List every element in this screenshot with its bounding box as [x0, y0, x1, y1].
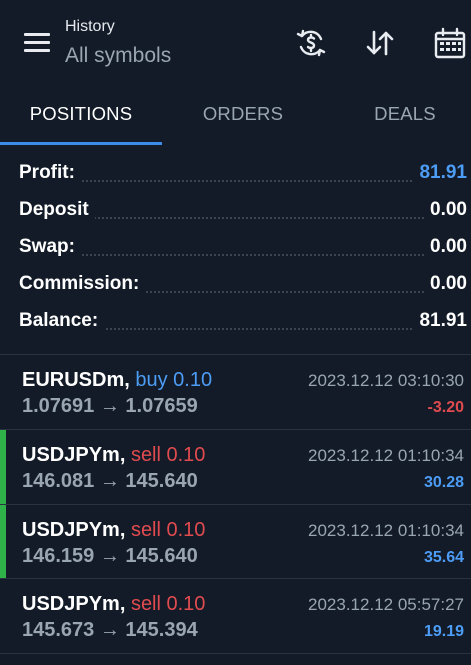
open-price: 145.673: [22, 619, 95, 641]
tab-orders[interactable]: ORDERS: [162, 88, 324, 146]
dot-leader: [19, 254, 467, 256]
arrow-icon: →: [99, 545, 120, 567]
position-prices: 146.081 → 145.640: [22, 470, 198, 493]
summary-row-commission: Commission: 0.00: [19, 269, 467, 305]
position-time: 2023.12.12 03:10:30: [308, 371, 464, 390]
position-row[interactable]: USDJPYm, sell 0.10 146.159 → 145.640 202…: [0, 505, 471, 579]
position-symbol: EURUSDm,: [22, 369, 130, 391]
menu-icon[interactable]: [24, 33, 50, 53]
position-symbol: USDJPYm,: [22, 519, 126, 541]
highlight-bar: [0, 430, 6, 504]
arrow-icon: →: [99, 470, 120, 492]
position-title: EURUSDm, buy 0.10: [22, 369, 212, 392]
summary-row-profit: Profit: 81.91: [19, 158, 467, 194]
summary-value: 81.91: [413, 310, 467, 332]
summary-label: Profit:: [19, 162, 81, 184]
position-profit: 30.28: [423, 474, 464, 491]
calendar-icon[interactable]: [433, 26, 467, 60]
summary-row-swap: Swap: 0.00: [19, 232, 467, 268]
close-price: 145.640: [125, 470, 198, 492]
position-prices: 145.673 → 145.394: [22, 619, 198, 642]
close-price: 145.640: [125, 545, 198, 567]
position-side: sell 0.10: [130, 593, 206, 615]
divider: [0, 653, 471, 654]
position-row[interactable]: EURUSDm, buy 0.10 1.07691 → 1.07659 2023…: [0, 355, 471, 429]
open-price: 146.081: [22, 470, 95, 492]
highlight-bar: [0, 505, 6, 579]
symbol-filter[interactable]: All symbols: [65, 44, 171, 68]
active-tab-indicator: [0, 142, 162, 145]
open-price: 1.07691: [22, 395, 95, 417]
summary-label: Commission:: [19, 273, 146, 295]
open-price: 146.159: [22, 545, 95, 567]
position-profit: 35.64: [423, 549, 464, 566]
arrow-icon: →: [99, 395, 120, 417]
currency-exchange-icon[interactable]: [294, 26, 328, 60]
summary-label: Balance:: [19, 310, 105, 332]
position-prices: 146.159 → 145.640: [22, 545, 198, 568]
position-prices: 1.07691 → 1.07659: [22, 395, 198, 418]
sort-arrows-icon[interactable]: [363, 26, 397, 60]
position-row[interactable]: USDJPYm, sell 0.10 146.081 → 145.640 202…: [0, 430, 471, 504]
position-title: USDJPYm, sell 0.10: [22, 519, 205, 542]
position-time: 2023.12.12 01:10:34: [308, 446, 464, 465]
app-header: History All symbols: [0, 0, 471, 88]
tab-bar: POSITIONS ORDERS DEALS: [0, 88, 471, 146]
position-symbol: USDJPYm,: [22, 593, 126, 615]
close-price: 145.394: [125, 619, 198, 641]
tab-positions[interactable]: POSITIONS: [0, 88, 162, 146]
position-time: 2023.12.12 05:57:27: [308, 595, 464, 614]
summary-value: 0.00: [424, 236, 467, 258]
position-row[interactable]: USDJPYm, sell 0.10 145.673 → 145.394 202…: [0, 579, 471, 653]
summary-value: 0.00: [424, 273, 467, 295]
position-side: sell 0.10: [130, 519, 206, 541]
arrow-icon: →: [99, 619, 120, 641]
summary-row-deposit: Deposit 0.00: [19, 195, 467, 231]
position-symbol: USDJPYm,: [22, 444, 126, 466]
position-profit: 19.19: [423, 623, 464, 640]
position-time: 2023.12.12 01:10:34: [308, 521, 464, 540]
position-side: buy 0.10: [135, 369, 213, 391]
close-price: 1.07659: [125, 395, 198, 417]
tab-deals[interactable]: DEALS: [324, 88, 471, 146]
page-title: History: [65, 18, 115, 35]
position-title: USDJPYm, sell 0.10: [22, 444, 205, 467]
summary-label: Deposit: [19, 199, 95, 221]
summary-row-balance: Balance: 81.91: [19, 306, 467, 342]
summary-value: 81.91: [413, 162, 467, 184]
dot-leader: [19, 180, 467, 182]
position-title: USDJPYm, sell 0.10: [22, 593, 205, 616]
summary-value: 0.00: [424, 199, 467, 221]
position-side: sell 0.10: [130, 444, 206, 466]
position-profit: -3.20: [427, 399, 464, 416]
summary-label: Swap:: [19, 236, 81, 258]
